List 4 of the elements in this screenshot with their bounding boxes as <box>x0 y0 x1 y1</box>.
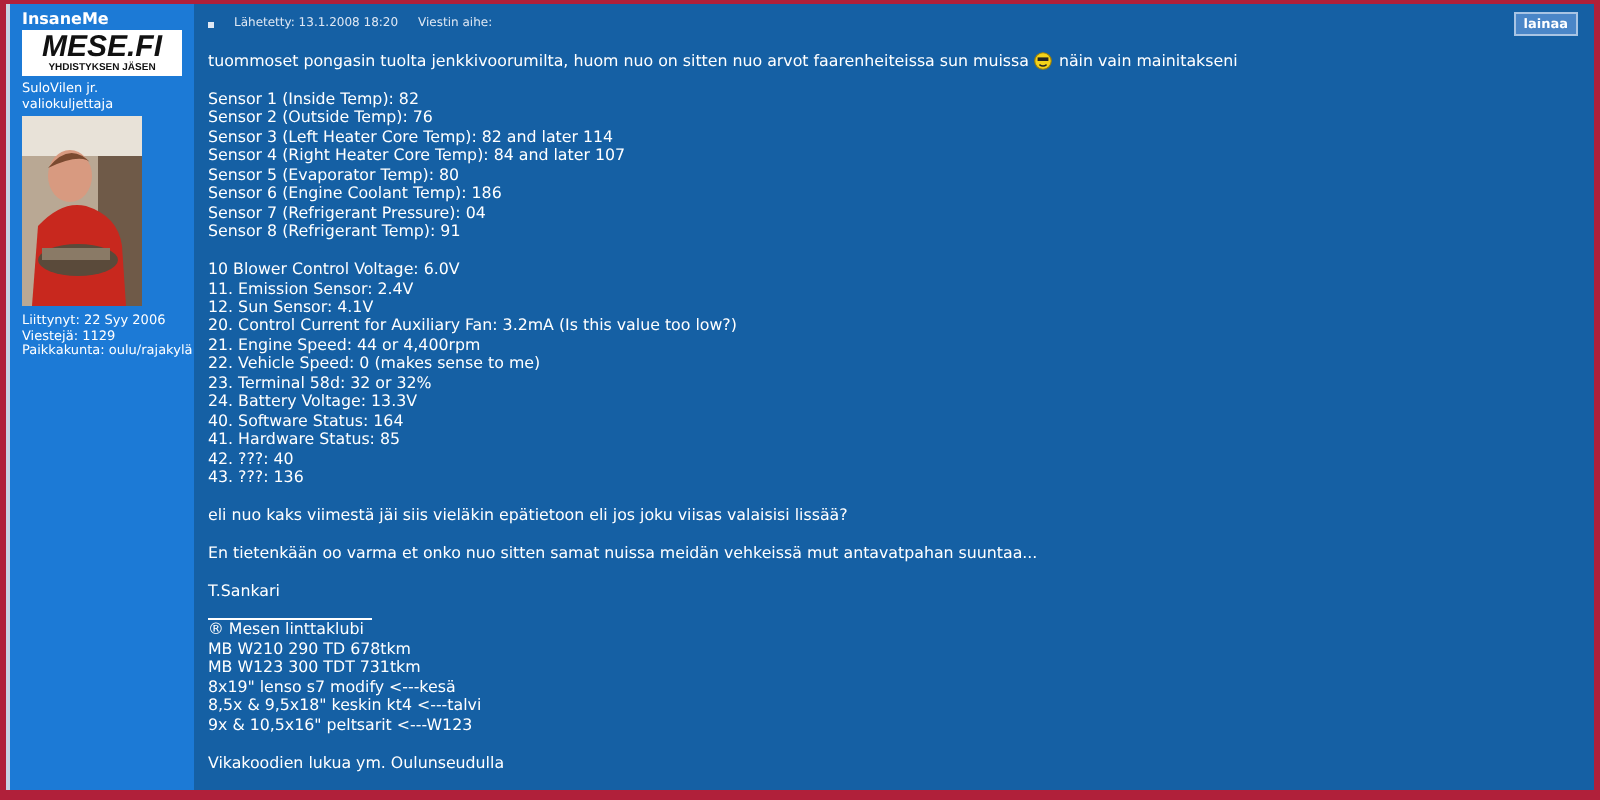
smiley-icon <box>1034 52 1053 71</box>
post-icon <box>208 21 214 27</box>
username[interactable]: InsaneMe <box>22 10 109 28</box>
logo-title: MESE.FI <box>41 32 162 62</box>
